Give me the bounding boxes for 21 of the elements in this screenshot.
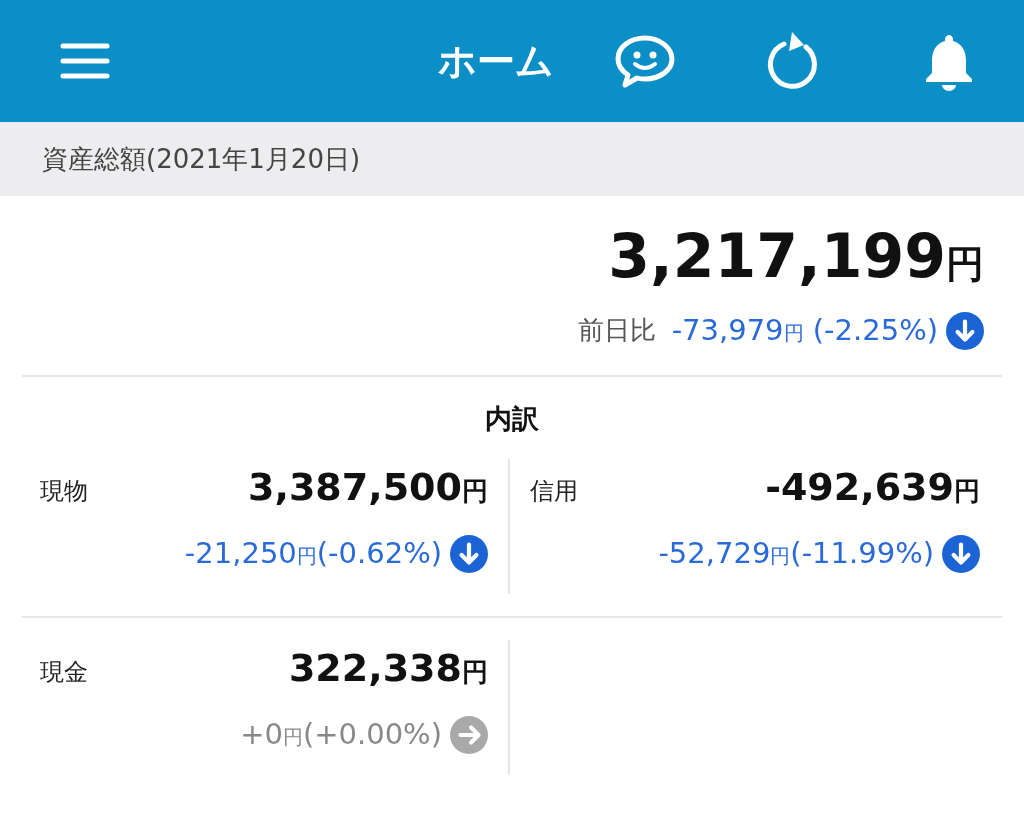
category-amount: 3,387,500 — [248, 464, 462, 511]
currency-unit: 円 — [954, 475, 980, 508]
category-label: 現物 — [40, 476, 88, 507]
currency-unit: 円 — [462, 656, 488, 689]
total-assets-label: 資産総額(2021年1月20日) — [0, 122, 1024, 196]
change-value: -73,979円 (-2.25%) — [671, 312, 938, 349]
currency-unit: 円 — [946, 241, 984, 288]
category-label: 現金 — [40, 657, 88, 688]
smiley-chat-icon[interactable] — [614, 34, 676, 88]
category-label: 信用 — [530, 476, 578, 507]
change-value: -52,729円(-11.99%) — [658, 535, 934, 572]
category-amount: 322,338 — [288, 645, 462, 692]
breakdown-title: 内訳 — [484, 401, 540, 436]
change-value: +0円(+0.00%) — [240, 716, 442, 753]
change-label: 前日比 — [577, 314, 656, 348]
category-amount: -492,639 — [765, 464, 954, 511]
currency-unit: 円 — [462, 475, 488, 508]
total-amount: 3,217,199 — [608, 226, 946, 286]
menu-icon[interactable] — [60, 41, 110, 81]
change-value: -21,250円(-0.62%) — [184, 535, 442, 572]
page-title: ホーム — [438, 37, 554, 85]
